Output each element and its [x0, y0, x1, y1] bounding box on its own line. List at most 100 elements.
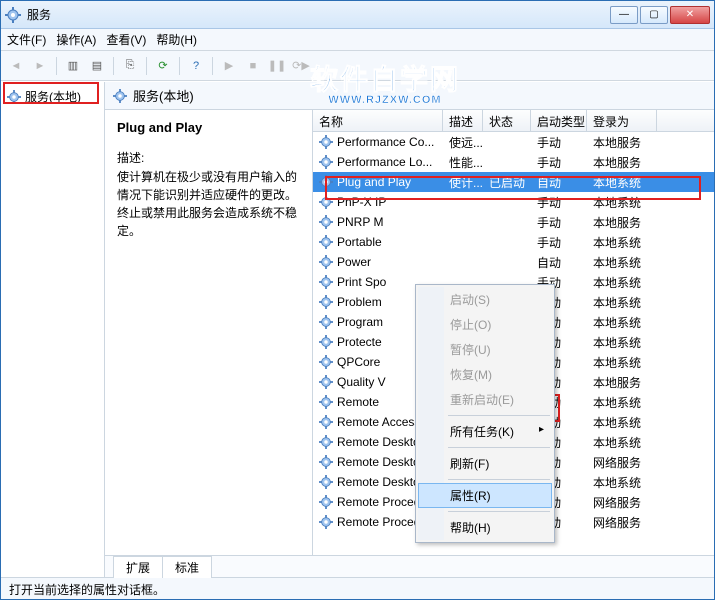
gear-icon [7, 90, 21, 104]
menu-action[interactable]: 操作(A) [56, 31, 96, 48]
row-logon: 本地系统 [587, 434, 657, 451]
gear-icon [319, 235, 333, 249]
service-row[interactable]: PNRP M手动本地服务 [313, 212, 714, 232]
gear-icon [319, 395, 333, 409]
service-row[interactable]: Portable手动本地系统 [313, 232, 714, 252]
row-name: Power [337, 255, 371, 269]
start-service-button[interactable]: ▶ [218, 55, 240, 77]
tree-panel: 服务(本地) [1, 82, 105, 577]
ctx-pause[interactable]: 暂停(U) [418, 337, 552, 362]
main-panel: 服务(本地) Plug and Play 描述: 使计算机在极少或没有用户输入的… [105, 82, 714, 577]
row-desc: 性能... [443, 154, 483, 171]
row-name: Plug and Play [337, 175, 411, 189]
gear-icon [319, 355, 333, 369]
row-logon: 本地系统 [587, 474, 657, 491]
toolbar: ◄ ► ▥ ▤ ⎘ ⟳ ? ▶ ■ ❚❚ ⟳▶ [1, 51, 714, 81]
properties-toolbar-button[interactable]: ▤ [86, 55, 108, 77]
gear-icon [319, 475, 333, 489]
statusbar: 打开当前选择的属性对话框。 [1, 577, 714, 599]
ctx-help[interactable]: 帮助(H) [418, 515, 552, 540]
row-name: Portable [337, 235, 382, 249]
ctx-all-tasks[interactable]: 所有任务(K)▸ [418, 419, 552, 444]
row-logon: 本地系统 [587, 234, 657, 251]
row-startup: 手动 [531, 194, 587, 211]
back-button[interactable]: ◄ [5, 55, 27, 77]
row-desc: 使远... [443, 134, 483, 151]
gear-icon [113, 89, 127, 103]
row-logon: 本地系统 [587, 394, 657, 411]
forward-button[interactable]: ► [29, 55, 51, 77]
row-logon: 网络服务 [587, 514, 657, 531]
ctx-refresh[interactable]: 刷新(F) [418, 451, 552, 476]
row-logon: 本地系统 [587, 194, 657, 211]
main-header-title: 服务(本地) [133, 86, 194, 105]
minimize-button[interactable]: — [610, 6, 638, 24]
row-name: QPCore [337, 355, 380, 369]
description-panel: Plug and Play 描述: 使计算机在极少或没有用户输入的情况下能识别并… [105, 110, 313, 555]
row-logon: 本地系统 [587, 274, 657, 291]
refresh-button[interactable]: ⟳ [152, 55, 174, 77]
column-headers: 名称 描述 状态 启动类型 登录为 [313, 110, 714, 132]
selected-service-name: Plug and Play [117, 120, 300, 135]
service-row[interactable]: Plug and Play使计...已启动自动本地系统 [313, 172, 714, 192]
services-window: 服务 — ▢ ✕ 文件(F) 操作(A) 查看(V) 帮助(H) ◄ ► ▥ ▤… [0, 0, 715, 600]
row-name: Performance Co... [337, 135, 434, 149]
tree-root-services-local[interactable]: 服务(本地) [3, 86, 102, 107]
gear-icon [319, 455, 333, 469]
client-area: 服务(本地) 服务(本地) Plug and Play 描述: 使计算机在极少或… [1, 81, 714, 577]
menu-file[interactable]: 文件(F) [7, 31, 46, 48]
ctx-restart[interactable]: 重新启动(E) [418, 387, 552, 412]
col-status[interactable]: 状态 [483, 110, 531, 131]
service-row[interactable]: Power自动本地系统 [313, 252, 714, 272]
tab-extended[interactable]: 扩展 [113, 556, 163, 578]
gear-icon [319, 495, 333, 509]
menu-help[interactable]: 帮助(H) [156, 31, 197, 48]
ctx-properties[interactable]: 属性(R) [418, 483, 552, 508]
help-toolbar-button[interactable]: ? [185, 55, 207, 77]
col-startup[interactable]: 启动类型 [531, 110, 587, 131]
menu-view[interactable]: 查看(V) [106, 31, 146, 48]
service-row[interactable]: Performance Lo...性能...手动本地服务 [313, 152, 714, 172]
show-hide-tree-button[interactable]: ▥ [62, 55, 84, 77]
titlebar: 服务 — ▢ ✕ [1, 1, 714, 29]
close-button[interactable]: ✕ [670, 6, 710, 24]
row-logon: 网络服务 [587, 454, 657, 471]
service-row[interactable]: PnP-X IP手动本地系统 [313, 192, 714, 212]
window-title: 服务 [27, 6, 608, 23]
export-list-button[interactable]: ⎘ [119, 55, 141, 77]
status-text: 打开当前选择的属性对话框。 [9, 583, 165, 597]
ctx-start[interactable]: 启动(S) [418, 287, 552, 312]
restart-service-button[interactable]: ⟳▶ [290, 55, 312, 77]
row-name: Performance Lo... [337, 155, 432, 169]
main-header: 服务(本地) [105, 82, 714, 110]
row-name: Problem [337, 295, 382, 309]
gear-icon [319, 515, 333, 529]
maximize-button[interactable]: ▢ [640, 6, 668, 24]
row-startup: 自动 [531, 174, 587, 191]
row-name: Remote Procedu [337, 515, 427, 529]
row-name: PNRP M [337, 215, 383, 229]
col-desc[interactable]: 描述 [443, 110, 483, 131]
gear-icon [319, 335, 333, 349]
pause-service-button[interactable]: ❚❚ [266, 55, 288, 77]
row-logon: 本地系统 [587, 354, 657, 371]
ctx-stop[interactable]: 停止(O) [418, 312, 552, 337]
row-logon: 本地系统 [587, 334, 657, 351]
row-name: Quality V [337, 375, 386, 389]
row-logon: 本地服务 [587, 134, 657, 151]
row-status: 已启动 [483, 174, 531, 191]
row-startup: 手动 [531, 154, 587, 171]
service-row[interactable]: Performance Co...使远...手动本地服务 [313, 132, 714, 152]
col-name[interactable]: 名称 [313, 110, 443, 131]
ctx-resume[interactable]: 恢复(M) [418, 362, 552, 387]
gear-icon [319, 375, 333, 389]
col-logon[interactable]: 登录为 [587, 110, 657, 131]
row-logon: 本地系统 [587, 254, 657, 271]
tree-root-label: 服务(本地) [25, 88, 81, 105]
stop-service-button[interactable]: ■ [242, 55, 264, 77]
gear-icon [319, 435, 333, 449]
row-name: Remote [337, 395, 379, 409]
tab-standard[interactable]: 标准 [162, 556, 212, 578]
row-logon: 本地服务 [587, 374, 657, 391]
gear-icon [319, 155, 333, 169]
